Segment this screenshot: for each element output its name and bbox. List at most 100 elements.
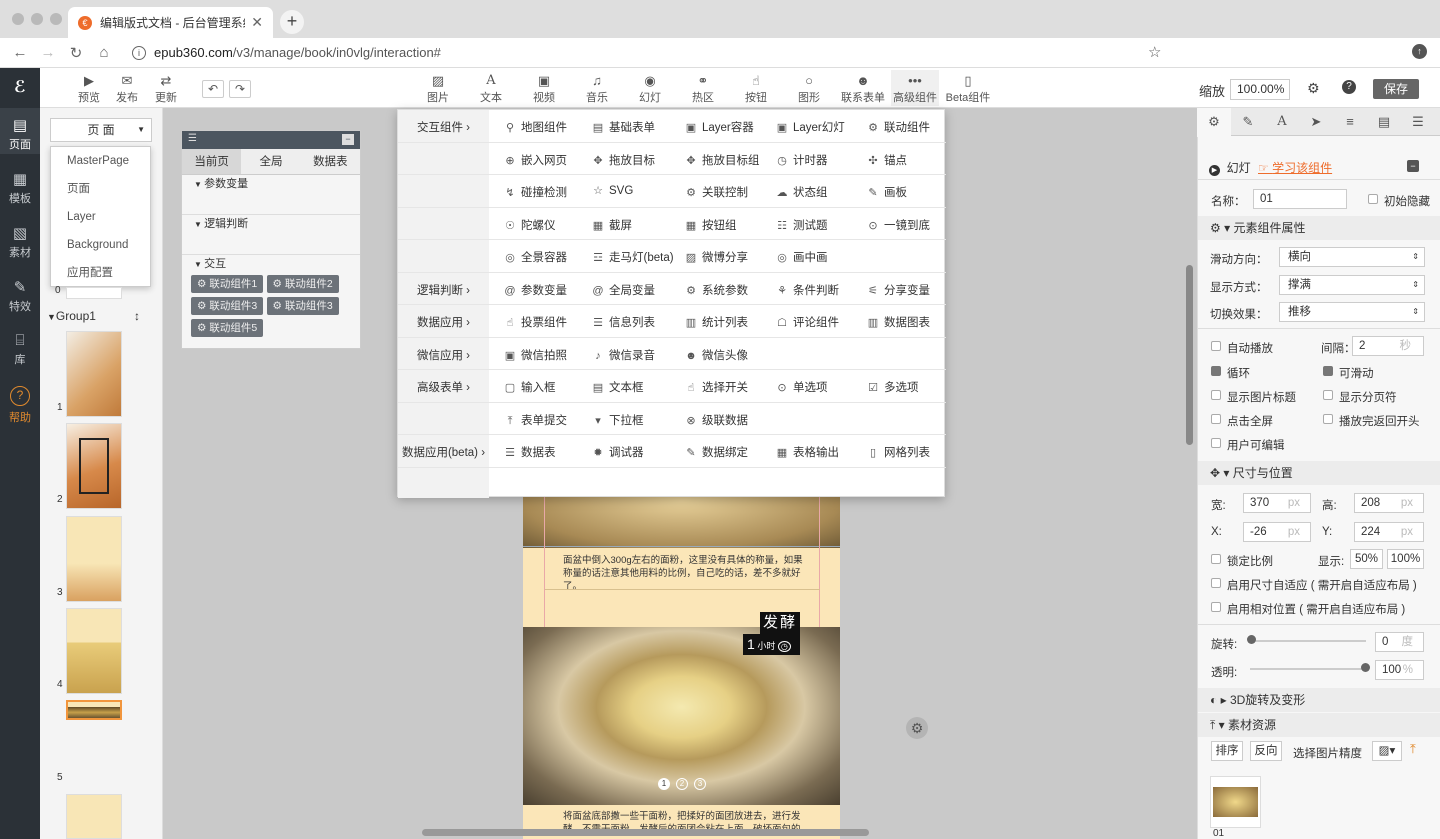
site-info-icon[interactable]: i xyxy=(132,45,146,60)
popup-item[interactable]: ☑ 多选项 xyxy=(866,379,918,395)
chip-linked-5[interactable]: ⚙ 联动组件5 xyxy=(191,319,264,337)
tab-database-icon[interactable]: ☰ xyxy=(1401,108,1435,136)
redo-button[interactable]: ↷ xyxy=(229,80,251,98)
rotate-slider-handle[interactable] xyxy=(1247,635,1256,644)
image-precision-select[interactable]: ▨▾ xyxy=(1372,741,1402,761)
tab-brush-icon[interactable]: ✎ xyxy=(1231,108,1265,136)
scale-100-button[interactable]: 100% xyxy=(1387,549,1424,569)
undo-button[interactable]: ↶ xyxy=(202,80,224,98)
menu-item-background[interactable]: Background xyxy=(51,235,150,263)
popup-item[interactable]: ⚘ 条件判断 xyxy=(775,282,839,298)
show-title-checkbox[interactable] xyxy=(1211,390,1221,400)
popup-item[interactable]: ▦ 截屏 xyxy=(591,217,632,233)
popup-item[interactable]: ☉ 陀螺仪 xyxy=(503,217,555,233)
return-start-checkbox[interactable] xyxy=(1323,414,1333,424)
vertical-scrollbar[interactable] xyxy=(1186,265,1193,445)
url-field[interactable]: i epub360.com/v3/manage/book/in0vlg/inte… xyxy=(132,45,441,60)
tab-global[interactable]: 全局 xyxy=(241,149,300,174)
popup-category[interactable]: 交互组件 › xyxy=(398,119,489,135)
back-icon[interactable]: ← xyxy=(6,44,34,61)
collapse-icon[interactable]: − xyxy=(1407,160,1419,172)
upload-icon[interactable]: ⤒ xyxy=(1410,741,1416,757)
tab-list-icon[interactable]: ≡ xyxy=(1333,108,1367,136)
popup-item[interactable]: ☖ 评论组件 xyxy=(775,314,839,330)
opacity-slider-handle[interactable] xyxy=(1361,663,1370,672)
popup-item[interactable]: ▾ 下拉框 xyxy=(591,412,643,428)
lock-ratio-checkbox[interactable] xyxy=(1211,554,1221,564)
section-params[interactable]: ▼ 参数变量 xyxy=(182,175,360,215)
opacity-slider[interactable] xyxy=(1250,668,1366,670)
section-element-props[interactable]: ⚙ ▾ 元素组件属性 xyxy=(1198,216,1440,240)
tool-video[interactable]: ▣ 视频 xyxy=(522,72,566,105)
app-logo[interactable]: ℰ xyxy=(0,68,40,108)
chip-linked-3[interactable]: ⚙ 联动组件3 xyxy=(191,297,264,315)
tool-image[interactable]: ▨ 图片 xyxy=(416,72,460,105)
window-minimize-button[interactable] xyxy=(31,13,43,25)
minimize-icon[interactable]: − xyxy=(342,134,354,145)
popup-item[interactable]: ✎ 数据绑定 xyxy=(684,444,748,460)
slide-direction-select[interactable]: 横向 ⇕ xyxy=(1279,247,1425,267)
browser-tab[interactable]: € 编辑版式文档 - 后台管理系统 ✕ xyxy=(68,7,273,38)
chip-linked-3b[interactable]: ⚙ 联动组件3 xyxy=(266,297,339,315)
popup-item[interactable]: ☰ 数据表 xyxy=(503,444,555,460)
forward-icon[interactable]: → xyxy=(34,44,62,61)
group-row[interactable]: ▼Group1 xyxy=(47,309,96,323)
popup-item[interactable]: ✎ 画板 xyxy=(866,184,907,200)
auto-size-checkbox[interactable] xyxy=(1211,578,1221,588)
nav-item-help[interactable]: ? 帮助 xyxy=(0,386,40,425)
tool-advanced[interactable]: ••• 高级组件 xyxy=(891,70,939,106)
tool-music[interactable]: ♫ 音乐 xyxy=(575,72,619,105)
sort-button[interactable]: 排序 xyxy=(1211,741,1243,761)
chip-linked-2[interactable]: ⚙ 联动组件2 xyxy=(266,275,339,293)
swipe-checkbox[interactable] xyxy=(1323,366,1333,376)
name-input[interactable]: 01 xyxy=(1253,189,1347,209)
menu-item-masterpage[interactable]: MasterPage xyxy=(51,151,150,179)
popup-item[interactable]: ◷ 计时器 xyxy=(775,152,827,168)
popup-item[interactable]: ⚙ 系统参数 xyxy=(684,282,748,298)
height-input[interactable]: 208 px xyxy=(1354,493,1424,513)
popup-category[interactable]: 逻辑判断 › xyxy=(398,282,489,298)
page-thumb-3[interactable] xyxy=(66,516,122,602)
page-type-select[interactable]: 页 面 ▼ xyxy=(50,118,152,142)
popup-item[interactable]: ♪ 微信录音 xyxy=(591,347,655,363)
popup-item[interactable]: ☝ 投票组件 xyxy=(503,314,567,330)
extension-icon[interactable]: ↑ xyxy=(1412,44,1427,59)
rotate-slider[interactable] xyxy=(1250,640,1366,642)
popup-item[interactable]: ⊙ 单选项 xyxy=(775,379,827,395)
recipe-text-1[interactable]: 面盆中倒入300g左右的面粉，这里没有具体的称量，如果称量的话注意其他用料的比例… xyxy=(563,554,803,593)
user-edit-checkbox[interactable] xyxy=(1211,438,1221,448)
resize-vertical-icon[interactable]: ↕ xyxy=(134,309,140,323)
section-logic[interactable]: ▼ 逻辑判断 xyxy=(182,215,360,255)
popup-item[interactable]: ◎ 画中画 xyxy=(775,249,827,265)
reverse-button[interactable]: 反向 xyxy=(1250,741,1282,761)
page-thumb-5[interactable] xyxy=(66,700,122,720)
linked-component-icon[interactable]: ⚙ xyxy=(906,717,928,739)
popup-item[interactable]: ✣ 锚点 xyxy=(866,152,907,168)
page-zero-thumb[interactable] xyxy=(66,287,122,299)
publish-button[interactable]: ✉ 发布 xyxy=(105,72,149,105)
menu-icon[interactable]: ☰ xyxy=(188,133,197,144)
rotate-input[interactable]: 0度 xyxy=(1375,632,1424,652)
popup-item[interactable]: ✹ 调试器 xyxy=(591,444,643,460)
tab-current-page[interactable]: 当前页 xyxy=(182,149,242,174)
popup-category[interactable]: 微信应用 › xyxy=(398,347,489,363)
popup-item[interactable]: ☁ 状态组 xyxy=(775,184,828,200)
width-input[interactable]: 370 px xyxy=(1243,493,1311,513)
slide-dot-3[interactable]: 3 xyxy=(694,778,706,790)
popup-item[interactable]: ☷ 测试题 xyxy=(775,217,827,233)
popup-item[interactable]: ✥ 拖放目标 xyxy=(591,152,655,168)
window-zoom-button[interactable] xyxy=(50,13,62,25)
page-thumb-2[interactable] xyxy=(66,423,122,509)
popup-item[interactable]: ✥ 拖放目标组 xyxy=(684,152,759,168)
popup-item[interactable]: ▯ 网格列表 xyxy=(866,444,930,460)
opacity-input[interactable]: 100% xyxy=(1375,660,1424,680)
popup-item[interactable]: ⚙ 联动组件 xyxy=(866,119,930,135)
tool-hotspot[interactable]: ⚭ 热区 xyxy=(681,72,725,105)
menu-item-page[interactable]: 页面 xyxy=(51,179,150,207)
slide-dot-1[interactable]: 1 xyxy=(658,778,670,790)
y-input[interactable]: 224 px xyxy=(1354,522,1424,542)
home-icon[interactable]: ⌂ xyxy=(90,44,118,61)
save-button[interactable]: 保存 xyxy=(1373,79,1419,99)
variables-panel-header[interactable]: ☰ − xyxy=(182,131,360,149)
popup-item[interactable]: ▣ Layer幻灯 xyxy=(775,119,845,135)
